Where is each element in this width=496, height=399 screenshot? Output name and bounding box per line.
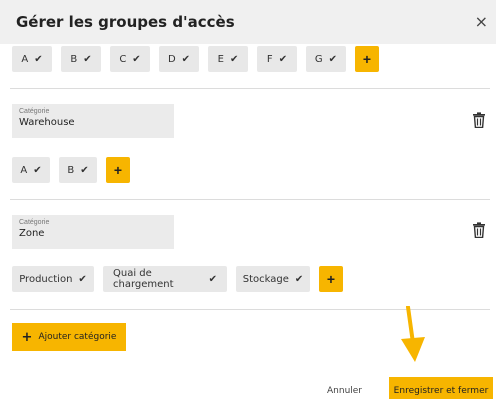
tag-label: Stockage	[242, 273, 289, 285]
add-category-label: Ajouter catégorie	[38, 332, 117, 342]
dialog-header: Gérer les groupes d'accès ×	[0, 0, 496, 44]
check-icon: ✔	[229, 53, 239, 65]
cancel-button[interactable]: Annuler	[327, 386, 362, 396]
check-icon: ✔	[34, 53, 43, 65]
tag-chip[interactable]: Stockage ✔	[236, 266, 310, 292]
category-field-value: Warehouse	[19, 117, 75, 128]
check-icon: ✔	[80, 164, 89, 176]
tag-chip[interactable]: F ✔	[257, 46, 297, 72]
check-icon: ✔	[132, 53, 141, 65]
check-icon: ✔	[208, 273, 217, 285]
tag-chip[interactable]: E ✔	[208, 46, 248, 72]
add-category-button[interactable]: + Ajouter catégorie	[12, 323, 126, 351]
tag-row-3: Production ✔ Quai de chargement ✔ Stockage…	[12, 266, 343, 292]
tag-row-2: A ✔ B ✔ +	[12, 157, 130, 183]
tag-label: E	[217, 53, 224, 65]
tag-label: B	[67, 164, 75, 176]
tag-chip[interactable]: B ✔	[61, 46, 101, 72]
check-icon: ✔	[78, 273, 87, 285]
arrow-down-icon	[401, 306, 425, 362]
tag-label: C	[119, 53, 127, 65]
dialog-title: Gérer les groupes d'accès	[16, 13, 235, 31]
category-field-value: Zone	[19, 228, 45, 239]
tag-chip[interactable]: C ✔	[110, 46, 150, 72]
category-field[interactable]: Catégorie Warehouse	[12, 104, 174, 138]
check-icon: ✔	[328, 53, 338, 65]
check-icon: ✔	[294, 273, 304, 285]
tag-label: D	[167, 53, 176, 65]
tag-label: Quai de chargement	[113, 268, 174, 290]
category-field-label: Catégorie	[19, 219, 50, 226]
add-tag-button[interactable]: +	[319, 266, 343, 292]
trash-icon[interactable]	[472, 112, 486, 128]
check-icon: ✔	[83, 53, 92, 65]
tag-chip[interactable]: G ✔	[306, 46, 346, 72]
tag-chip[interactable]: A ✔	[12, 46, 52, 72]
tag-chip[interactable]: D ✔	[159, 46, 199, 72]
trash-icon[interactable]	[472, 222, 486, 238]
category-field-label: Catégorie	[19, 108, 50, 115]
tag-label: Production	[19, 273, 73, 285]
tag-label: A	[20, 164, 28, 176]
tag-row-1: A ✔ B ✔ C ✔ D ✔ E ✔ F ✔ G ✔ +	[12, 46, 379, 72]
tag-chip[interactable]: Production ✔	[12, 266, 94, 292]
tag-label: G	[314, 53, 323, 65]
category-field[interactable]: Catégorie Zone	[12, 215, 174, 249]
divider	[10, 199, 490, 200]
divider	[10, 88, 490, 89]
tag-chip[interactable]: A ✔	[12, 157, 50, 183]
check-icon: ✔	[278, 53, 288, 65]
add-tag-button[interactable]: +	[355, 46, 379, 72]
tag-chip[interactable]: Quai de chargement ✔	[103, 266, 227, 292]
add-tag-button[interactable]: +	[106, 157, 130, 183]
close-icon[interactable]: ×	[475, 12, 488, 31]
tag-label: A	[21, 53, 29, 65]
tag-label: F	[266, 53, 273, 65]
tag-chip[interactable]: B ✔	[59, 157, 97, 183]
check-icon: ✔	[33, 164, 42, 176]
check-icon: ✔	[181, 53, 191, 65]
plus-icon: +	[21, 329, 33, 345]
tag-label: B	[70, 53, 78, 65]
